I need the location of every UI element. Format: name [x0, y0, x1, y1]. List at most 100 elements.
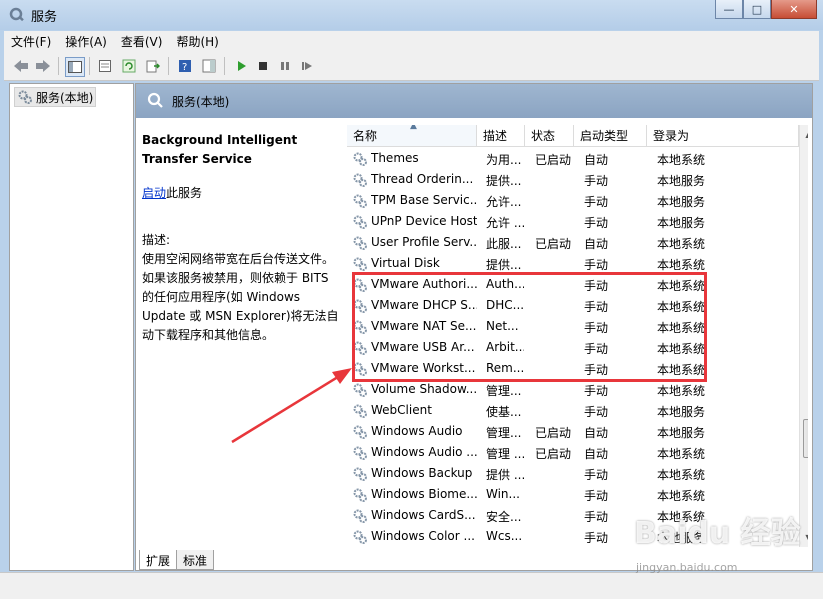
scrollbar-thumb[interactable] [803, 419, 808, 458]
service-name: TPM Base Servic... [371, 193, 477, 207]
menu-action[interactable]: 操作(A) [58, 33, 114, 50]
start-service-link[interactable]: 启动 [142, 186, 166, 200]
service-gear-icon [353, 215, 367, 229]
forward-arrow-icon[interactable] [34, 57, 52, 75]
service-description: Win... [486, 487, 520, 501]
menu-help[interactable]: 帮助(H) [169, 33, 225, 50]
console-tree: 服务(本地) [9, 83, 134, 571]
back-arrow-icon[interactable] [12, 57, 30, 75]
scroll-down-arrow-icon[interactable]: ▼ [802, 531, 808, 544]
window-title: 服务 [31, 10, 58, 25]
action-pane-icon[interactable] [200, 57, 218, 75]
service-gear-icon [353, 236, 367, 250]
service-description: 提供... [486, 258, 522, 272]
service-gear-icon [353, 383, 367, 397]
column-header-description[interactable]: 描述 [477, 125, 525, 147]
description-label: 描述: [142, 233, 171, 247]
service-startup-type: 自动 [584, 153, 609, 167]
service-status: 已启动 [535, 447, 572, 461]
start-service-icon[interactable] [232, 57, 250, 75]
service-gear-icon [353, 530, 367, 544]
service-description: 管理... [486, 384, 522, 398]
service-gear-icon [353, 446, 367, 460]
service-startup-type: 手动 [584, 489, 609, 503]
service-row[interactable]: Thread Orderin... 提供... 手动 本地服务 [347, 170, 799, 191]
highlight-box [352, 272, 707, 382]
column-header-label: 状态 [531, 129, 556, 143]
baidu-watermark-url: jingyan.baidu.com [636, 561, 738, 574]
column-header-name[interactable]: ▲ 名称 [347, 125, 477, 147]
start-service-suffix: 此服务 [166, 186, 203, 200]
pause-service-icon[interactable] [276, 57, 294, 75]
baidu-watermark: Baidu 经验 [634, 516, 801, 551]
stop-service-icon[interactable] [254, 57, 272, 75]
service-row[interactable]: Windows Audio 管理... 已启动 自动 本地服务 [347, 422, 799, 443]
service-description: 为用... [486, 153, 522, 167]
service-name: Thread Orderin... [371, 172, 474, 186]
service-name: Windows Audio [371, 424, 463, 438]
service-logon-as: 本地服务 [657, 405, 706, 419]
service-row[interactable]: Windows Backup 提供 ... 手动 本地系统 [347, 464, 799, 485]
title-bar[interactable]: 服务 — □ ✕ [0, 0, 823, 30]
service-description-panel: Background Intelligent Transfer Service … [142, 131, 342, 345]
service-startup-type: 手动 [584, 174, 609, 188]
service-row[interactable]: Windows Audio ... 管理 ... 已启动 自动 本地系统 [347, 443, 799, 464]
service-row[interactable]: UPnP Device Host 允许 ... 手动 本地服务 [347, 212, 799, 233]
minimize-button[interactable]: — [715, 0, 743, 19]
service-row[interactable]: WebClient 使基... 手动 本地服务 [347, 401, 799, 422]
service-logon-as: 本地系统 [657, 447, 706, 461]
column-header-status[interactable]: 状态 [525, 125, 574, 147]
service-name: Volume Shadow... [371, 382, 477, 396]
service-description: 提供... [486, 174, 522, 188]
help-icon[interactable]: ? [176, 57, 194, 75]
service-logon-as: 本地系统 [657, 384, 706, 398]
service-row[interactable]: Volume Shadow... 管理... 手动 本地系统 [347, 380, 799, 401]
status-bar [0, 572, 823, 599]
service-name: Windows Color ... [371, 529, 475, 543]
scroll-up-arrow-icon[interactable]: ▲ [802, 128, 808, 141]
service-row[interactable]: Windows Biome... Win... 手动 本地系统 [347, 485, 799, 506]
column-header-logon[interactable]: 登录为 [647, 125, 799, 147]
service-row[interactable]: Themes 为用... 已启动 自动 本地系统 [347, 149, 799, 170]
service-description: 提供 ... [486, 468, 524, 482]
service-gear-icon [353, 257, 367, 271]
menu-bar: 文件(F) 操作(A) 查看(V) 帮助(H) [4, 31, 819, 52]
service-gear-icon [353, 509, 367, 523]
service-description: 此服... [486, 237, 522, 251]
service-logon-as: 本地服务 [657, 216, 706, 230]
service-name: Windows CardS... [371, 508, 476, 522]
maximize-button[interactable]: □ [743, 0, 771, 19]
view-tabs: 扩展 标准 [139, 550, 215, 570]
refresh-icon[interactable] [120, 57, 138, 75]
service-row[interactable]: TPM Base Servic... 允许... 手动 本地服务 [347, 191, 799, 212]
service-name: Virtual Disk [371, 256, 440, 270]
tab-extended[interactable]: 扩展 [139, 550, 178, 570]
service-logon-as: 本地服务 [657, 195, 706, 209]
service-logon-as: 本地服务 [657, 426, 706, 440]
sort-ascending-icon: ▲ [410, 125, 417, 131]
services-gear-icon [9, 7, 24, 22]
properties-icon[interactable] [96, 57, 114, 75]
service-startup-type: 手动 [584, 258, 609, 272]
menu-view[interactable]: 查看(V) [114, 33, 170, 50]
tree-item-services-local[interactable]: 服务(本地) [14, 87, 97, 107]
service-startup-type: 手动 [584, 195, 609, 209]
restart-service-icon[interactable] [298, 57, 316, 75]
service-startup-type: 手动 [584, 405, 609, 419]
export-list-icon[interactable] [144, 57, 162, 75]
close-button[interactable]: ✕ [771, 0, 817, 19]
gears-icon [18, 90, 32, 104]
main-header: 服务(本地) [136, 84, 812, 118]
show-hide-console-tree-icon[interactable] [65, 57, 85, 77]
tab-standard[interactable]: 标准 [176, 550, 215, 570]
column-header-label: 登录为 [653, 129, 690, 143]
service-row[interactable]: User Profile Serv... 此服... 已启动 自动 本地系统 [347, 233, 799, 254]
vertical-scrollbar[interactable]: ▲ ▼ [799, 125, 808, 547]
service-startup-type: 手动 [584, 384, 609, 398]
service-description: 允许 ... [486, 216, 524, 230]
service-description: 安全... [486, 510, 522, 524]
column-header-startup-type[interactable]: 启动类型 [574, 125, 647, 147]
menu-file[interactable]: 文件(F) [4, 33, 58, 50]
service-status: 已启动 [535, 426, 572, 440]
service-status: 已启动 [535, 153, 572, 167]
